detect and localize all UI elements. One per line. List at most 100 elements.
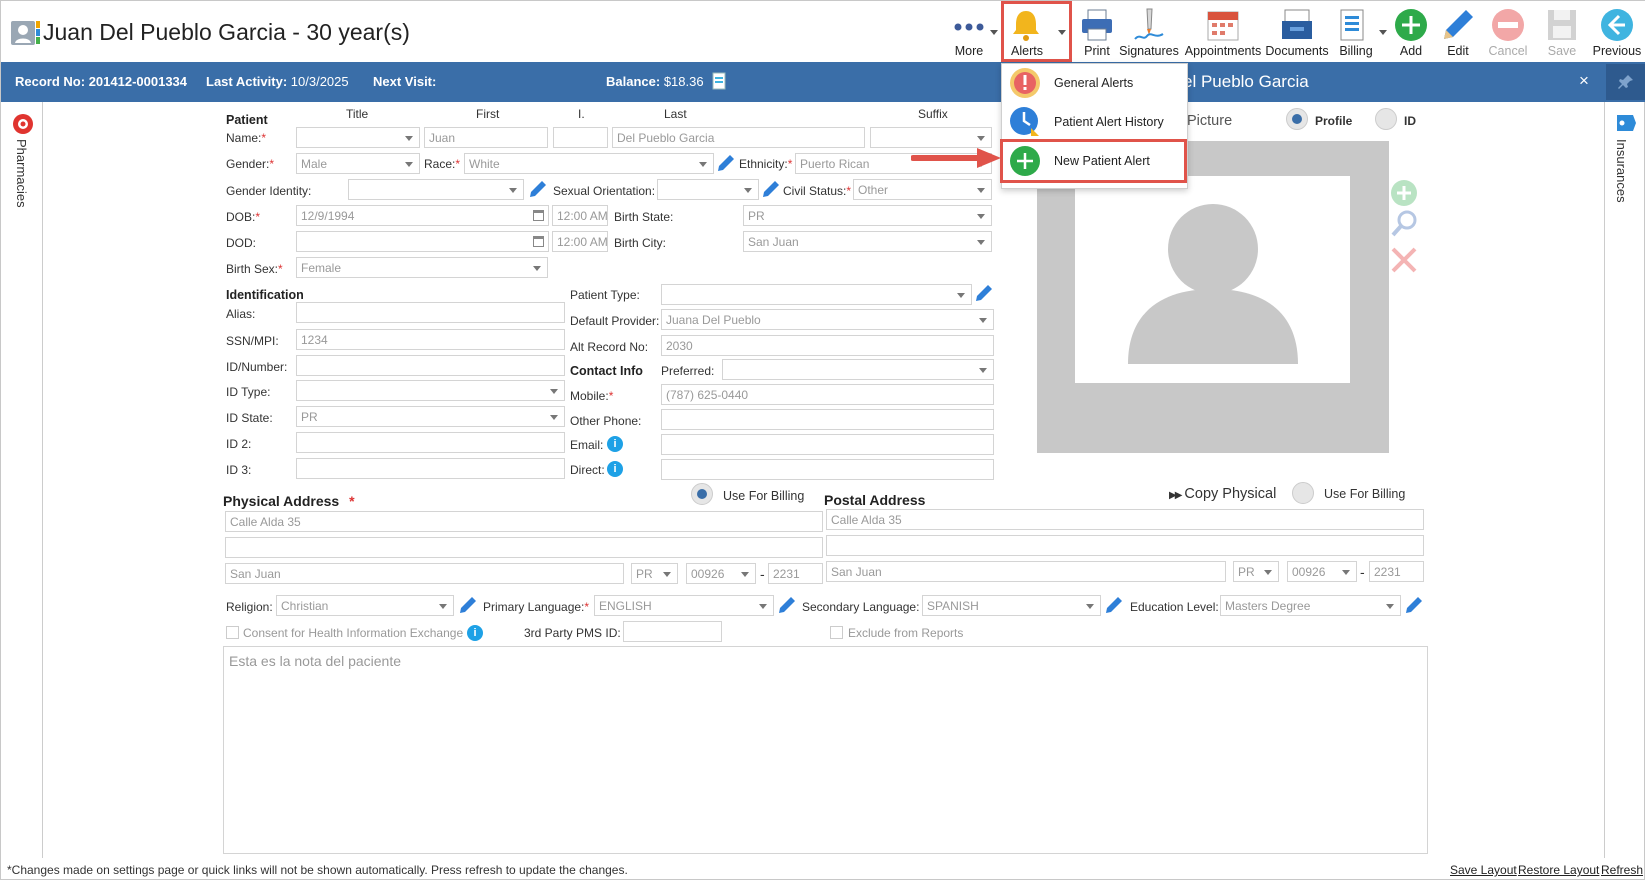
delete-picture-icon[interactable]: [1389, 245, 1419, 275]
info-icon[interactable]: i: [607, 461, 623, 477]
refresh-link[interactable]: Refresh: [1601, 863, 1643, 877]
birth-city-select[interactable]: San Juan: [743, 231, 992, 252]
postal-address-title: Postal Address: [824, 492, 926, 508]
menu-item-general-alerts[interactable]: General Alerts: [1002, 64, 1187, 102]
religion-select[interactable]: Christian: [276, 595, 454, 616]
education-level-label: Education Level:: [1130, 600, 1219, 614]
magnifier-icon[interactable]: [1389, 209, 1419, 239]
calendar-icon[interactable]: [533, 236, 544, 247]
ethnicity-label: Ethnicity:*: [739, 157, 793, 171]
col-first: First: [476, 107, 500, 121]
edit-button[interactable]: Edit: [1438, 3, 1478, 61]
title-select[interactable]: [296, 127, 420, 148]
info-icon[interactable]: i: [467, 625, 483, 641]
dob-time-input[interactable]: 12:00 AM: [552, 205, 608, 226]
pencil-icon[interactable]: [528, 179, 548, 199]
first-name-input[interactable]: Juan: [424, 127, 548, 148]
physical-address-line1[interactable]: Calle Alda 35: [225, 511, 823, 532]
id2-input[interactable]: [296, 432, 565, 453]
statement-icon[interactable]: [711, 72, 727, 90]
cancel-button[interactable]: Cancel: [1485, 3, 1531, 61]
patient-notes-textarea[interactable]: Esta es la nota del paciente: [223, 646, 1428, 854]
pencil-icon[interactable]: [761, 179, 781, 199]
pencil-icon[interactable]: [716, 153, 736, 173]
direct-input[interactable]: [661, 459, 994, 480]
other-phone-input[interactable]: [661, 409, 994, 430]
ssn-input[interactable]: 1234: [296, 329, 565, 350]
pencil-icon[interactable]: [1404, 595, 1424, 615]
alias-input[interactable]: [296, 302, 565, 323]
primary-language-select[interactable]: ENGLISH: [594, 595, 774, 616]
more-button[interactable]: More: [944, 3, 998, 61]
copy-physical-button[interactable]: ▶▶ Copy Physical: [1169, 486, 1276, 502]
postal-address-line1[interactable]: Calle Alda 35: [826, 509, 1424, 530]
birth-sex-select[interactable]: Female: [296, 257, 548, 278]
id-type-select[interactable]: [296, 380, 565, 401]
physical-city-input[interactable]: San Juan: [225, 563, 624, 584]
signatures-button[interactable]: Signatures: [1119, 3, 1179, 61]
print-button[interactable]: Print: [1076, 3, 1118, 61]
middle-initial-input[interactable]: [553, 127, 608, 148]
close-icon[interactable]: ×: [1579, 71, 1589, 91]
consent-checkbox[interactable]: [226, 626, 239, 639]
default-provider-select[interactable]: Juana Del Pueblo: [661, 309, 994, 330]
patient-type-select[interactable]: [661, 284, 972, 305]
profile-radio[interactable]: [1286, 108, 1308, 130]
dod-time-input[interactable]: 12:00 AM: [552, 231, 608, 252]
documents-button[interactable]: Documents: [1265, 3, 1329, 61]
calendar-icon[interactable]: [533, 210, 544, 221]
civil-status-select[interactable]: Other: [853, 179, 992, 200]
gender-identity-select[interactable]: [348, 179, 524, 200]
restore-layout-link[interactable]: Restore Layout: [1518, 863, 1599, 877]
secondary-language-select[interactable]: SPANISH: [922, 595, 1101, 616]
postal-city-input[interactable]: San Juan: [826, 561, 1226, 582]
save-button[interactable]: Save: [1541, 3, 1583, 61]
pencil-icon[interactable]: [458, 595, 478, 615]
dod-input[interactable]: [296, 231, 549, 252]
dob-input[interactable]: 12/9/1994: [296, 205, 549, 226]
pharmacies-tab[interactable]: Pharmacies: [14, 139, 29, 208]
physical-use-billing-radio[interactable]: [691, 483, 713, 505]
save-layout-link[interactable]: Save Layout: [1450, 863, 1517, 877]
last-name-input[interactable]: Del Pueblo Garcia: [612, 127, 865, 148]
postal-address-line2[interactable]: [826, 535, 1424, 556]
education-level-select[interactable]: Masters Degree: [1220, 595, 1401, 616]
add-picture-icon[interactable]: [1389, 178, 1419, 208]
birth-state-select[interactable]: PR: [743, 205, 992, 226]
postal-use-billing-radio[interactable]: [1292, 482, 1314, 504]
id-radio[interactable]: [1375, 108, 1397, 130]
menu-item-patient-alert-history[interactable]: Patient Alert History: [1002, 103, 1187, 141]
appointments-button[interactable]: Appointments: [1184, 3, 1262, 61]
postal-state-select[interactable]: PR: [1233, 561, 1279, 582]
id-number-input[interactable]: [296, 355, 565, 376]
id3-input[interactable]: [296, 458, 565, 479]
postal-zip-select[interactable]: 00926: [1287, 561, 1357, 582]
physical-zip4-input[interactable]: 2231: [768, 563, 823, 584]
gender-select[interactable]: Male: [296, 153, 420, 174]
pencil-icon[interactable]: [974, 283, 994, 303]
id-state-select[interactable]: PR: [296, 406, 565, 427]
previous-button[interactable]: Previous: [1591, 3, 1643, 61]
insurances-tab[interactable]: Insurances: [1614, 139, 1629, 203]
pms-id-input[interactable]: [623, 621, 722, 642]
email-input[interactable]: [661, 434, 994, 455]
pencil-icon[interactable]: [777, 595, 797, 615]
billing-button[interactable]: Billing: [1331, 3, 1391, 61]
physical-address-line2[interactable]: [225, 537, 823, 558]
mobile-input[interactable]: (787) 625-0440: [661, 384, 994, 405]
race-select[interactable]: White: [464, 153, 714, 174]
alerts-highlight-box: [1001, 1, 1072, 62]
physical-zip-select[interactable]: 00926: [686, 563, 756, 584]
postal-zip4-input[interactable]: 2231: [1369, 561, 1424, 582]
info-icon[interactable]: i: [607, 436, 623, 452]
preferred-contact-select[interactable]: [722, 359, 994, 380]
alt-record-input[interactable]: 2030: [661, 335, 994, 356]
pin-panel-button[interactable]: [1606, 64, 1645, 100]
exclude-reports-checkbox[interactable]: [830, 626, 843, 639]
pencil-icon[interactable]: [1104, 595, 1124, 615]
suffix-select[interactable]: [870, 127, 992, 148]
add-button[interactable]: Add: [1391, 3, 1431, 61]
physical-state-select[interactable]: PR: [631, 563, 678, 584]
sexual-orientation-select[interactable]: [657, 179, 759, 200]
chevron-down-icon: [990, 30, 998, 35]
